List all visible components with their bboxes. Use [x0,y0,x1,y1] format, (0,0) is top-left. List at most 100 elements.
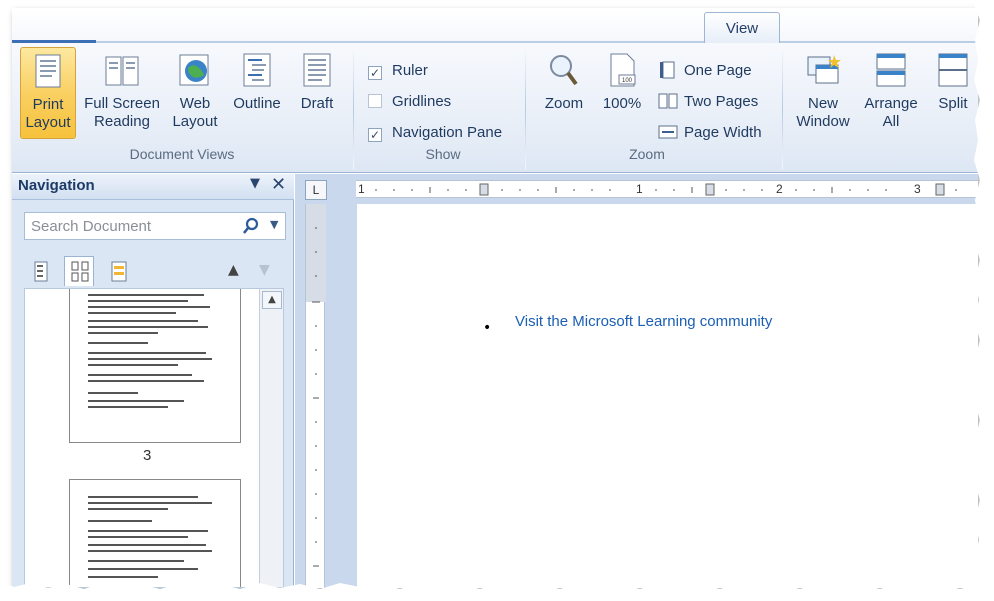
search-results-icon [111,261,127,282]
previous-arrow-icon[interactable]: ▲ [228,262,239,278]
draft-button[interactable]: Draft [291,47,343,139]
ruler-mark-left: 1 [358,182,365,196]
new-window-label-2: Window [796,113,850,130]
arrange-all-label-2: All [882,113,900,130]
print-layout-button[interactable]: Print Layout [20,47,76,139]
zoom-group-label: Zoom [629,146,665,162]
search-input[interactable] [25,213,233,239]
two-pages-icon [658,93,678,109]
one-page-label: One Page [684,62,752,79]
arrange-all-label-1: Arrange [864,95,918,112]
ruler-label: Ruler [392,62,428,79]
one-page-button[interactable]: One Page [658,59,752,83]
full-screen-reading-icon [105,56,139,86]
gridlines-checkbox[interactable]: Gridlines [368,90,451,114]
arrange-all-button[interactable]: Arrange All [860,47,922,139]
draft-label: Draft [300,95,334,112]
pane-options-dropdown-icon[interactable]: ▼ [250,176,260,191]
ruler-check-icon: ✓ [368,66,382,80]
search-options-dropdown-icon[interactable]: ▼ [270,218,278,231]
full-screen-reading-label-2: Reading [94,113,150,130]
web-layout-icon [179,54,209,86]
zoom-100-label: 100% [602,95,642,112]
zoom-button[interactable]: Zoom [536,47,592,139]
gridlines-check-icon [368,94,382,108]
page-width-icon [658,125,678,139]
page-thumbnail-4[interactable] [69,479,241,587]
tab-results[interactable] [104,256,134,286]
outline-label: Outline [233,95,281,112]
group-separator [353,49,354,169]
horizontal-ruler-ticks [375,183,957,196]
close-icon[interactable]: ✕ [271,174,286,195]
search-box: ▼ [24,212,286,240]
ruler-checkbox[interactable]: ✓ Ruler [368,59,428,83]
magnifier-icon [550,55,578,86]
zoom-100-button[interactable]: 100 100% [598,47,646,139]
zoom-label: Zoom [544,95,584,112]
hundred-percent-icon: 100 [610,53,636,87]
search-icon[interactable] [241,216,261,236]
page-thumbnails-list: 3 ▲ [24,288,284,588]
vertical-ruler-ticks [306,204,326,567]
navigation-pane-checkbox[interactable]: ✓ Navigation Pane [368,121,502,145]
two-pages-button[interactable]: Two Pages [658,90,758,114]
ruler-mark-2: 2 [776,182,783,196]
new-window-button[interactable]: New Window [788,47,858,139]
draft-icon [303,53,331,87]
show-group-label: Show [425,146,461,162]
print-layout-label-1: Print [32,96,64,113]
split-label: Split [938,95,968,112]
word-window: View Print Layout Full Screen Reading We… [12,8,978,588]
web-layout-button[interactable]: Web Layout [167,47,223,139]
ruler-mark-1: 1 [636,182,643,196]
navigation-pane-check-icon: ✓ [368,128,382,142]
next-arrow-icon[interactable]: ▼ [259,262,270,278]
microsoft-learning-link[interactable]: Visit the Microsoft Learning community [515,313,772,330]
full-screen-reading-button[interactable]: Full Screen Reading [80,47,164,139]
two-pages-label: Two Pages [684,93,759,110]
horizontal-ruler[interactable]: 1 1 2 3 [356,180,978,198]
navigation-pane-label: Navigation Pane [392,124,503,141]
arrange-all-icon [876,53,906,87]
gridlines-label: Gridlines [392,93,452,110]
svg-text:100: 100 [622,78,633,84]
scroll-up-arrow-icon[interactable]: ▲ [262,291,282,309]
document-page[interactable] [357,204,978,588]
group-separator [782,49,783,169]
group-separator [525,49,526,169]
ribbon-tab-strip [12,8,978,44]
print-layout-label-2: Layout [25,114,71,131]
tab-view[interactable]: View [704,12,780,43]
navigation-pane: Navigation ▼ ✕ ▼ [12,174,294,588]
thumbnails-scrollbar[interactable]: ▲ [259,289,283,587]
one-page-icon [660,61,675,79]
page-width-label: Page Width [684,124,762,141]
split-icon [938,53,968,87]
print-layout-icon [35,54,61,88]
web-layout-label-1: Web [179,95,211,112]
tab-pages[interactable] [64,256,94,286]
full-screen-reading-label-1: Full Screen [84,95,160,112]
tab-headings[interactable] [26,256,56,286]
headings-icon [34,261,48,282]
vertical-ruler[interactable] [305,204,326,588]
navigation-pane-header: Navigation ▼ ✕ [12,174,294,200]
new-window-label-1: New [807,95,838,112]
torn-edge-bottom [0,581,994,601]
torn-edge-right [972,0,994,601]
page-number-label: 3 [143,447,152,464]
web-layout-label-2: Layout [172,113,218,130]
outline-button[interactable]: Outline [227,47,287,139]
page-width-button[interactable]: Page Width [658,121,762,145]
page-thumbnail-3[interactable] [69,289,241,443]
ribbon: Print Layout Full Screen Reading Web Lay… [12,43,978,173]
navigation-pane-title: Navigation [18,177,95,194]
outline-icon [243,53,271,87]
new-window-icon [807,55,841,84]
ruler-mark-3: 3 [914,182,921,196]
split-button[interactable]: Split [928,47,978,139]
list-bullet: • [483,320,492,336]
tab-selector-button[interactable]: L [305,180,327,200]
page-thumbnails-icon [71,261,89,282]
